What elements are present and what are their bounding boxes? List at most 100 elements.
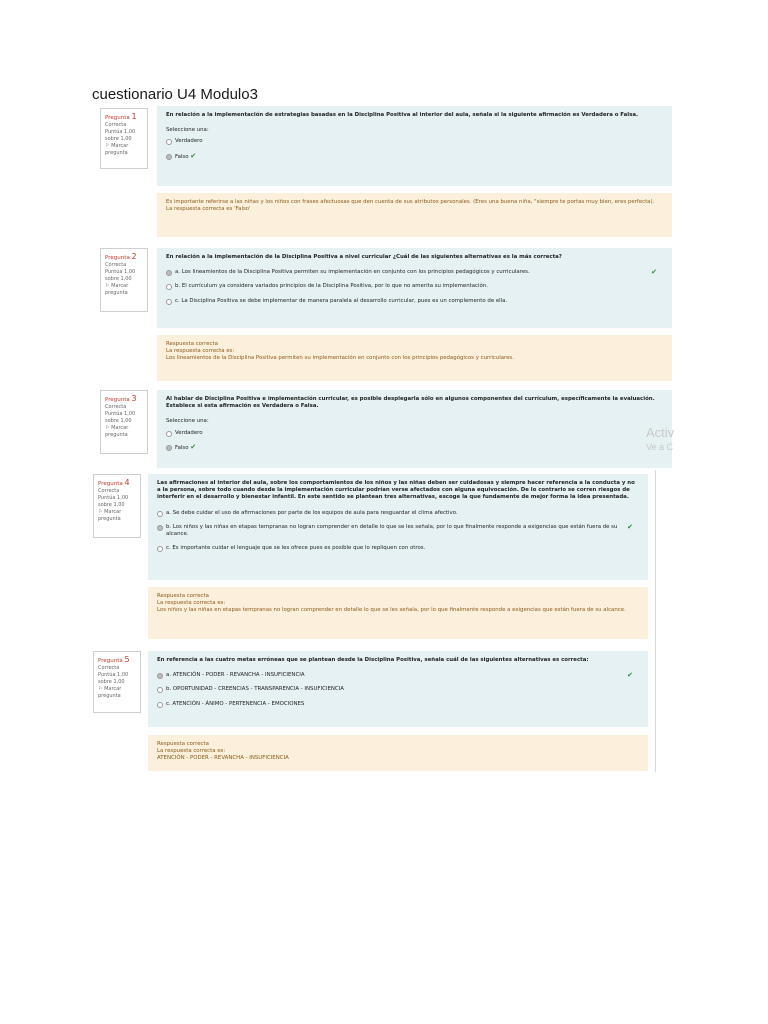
page-divider [655,470,656,772]
answer-option[interactable]: c. Es importante cuidar el lenguaje que … [157,545,639,553]
flag-icon: ⚐ [105,283,110,289]
question-number-label: Pregunta 1 [105,112,137,122]
question-score: Puntúa 1,00 [98,495,129,501]
radio-button[interactable] [166,284,172,291]
question-info-2: Pregunta 2 Correcta Puntúa 1,00 sobre 1,… [100,248,148,312]
radio-button[interactable] [166,298,172,305]
flag-question-link-2[interactable]: pregunta [105,290,143,297]
answer-option[interactable]: Verdadero [166,138,663,146]
feedback-answer: La respuesta correcta es 'Falso' [166,206,251,213]
activation-watermark: Activ Ve a C [646,426,674,454]
answer-option-selected[interactable]: b. Los niños y las niñas en etapas tempr… [157,522,639,538]
question-content-5: En referencia a las cuatro metas errónea… [148,651,648,727]
radio-button-selected[interactable] [166,270,172,277]
question-score-total: sobre 1,00 [105,136,132,142]
question-status: Correcta [105,262,127,268]
question-info-5: Pregunta 5 Correcta Puntúa 1,00 sobre 1,… [93,651,141,713]
radio-button[interactable] [157,701,163,708]
feedback-box-2: Respuesta correcta La respuesta correcta… [157,335,672,381]
flag-icon: ⚐ [105,425,110,431]
feedback-answer: ATENCIÓN - PODER - REVANCHA - INSUFICIEN… [157,755,289,762]
question-number-label: Pregunta 5 [98,655,130,665]
radio-button[interactable] [157,546,163,553]
check-icon: ✔ [627,671,633,680]
feedback-box-5: Respuesta correcta La respuesta correcta… [148,735,648,771]
question-text: En referencia a las cuatro metas errónea… [157,657,589,663]
answer-option-selected[interactable]: a. Los lineamientos de la Disciplina Pos… [166,268,663,277]
check-icon: ✔ [190,151,197,160]
question-score: Puntúa 1,00 [98,672,129,678]
flag-question-link[interactable]: ⚐ Marcar [98,509,136,516]
flag-question-link[interactable]: ⚐ Marcar [98,686,136,693]
radio-button[interactable] [166,430,172,437]
question-number-label: Pregunta 4 [98,478,130,488]
question-status: Correcta [105,404,127,410]
check-icon: ✔ [190,442,197,451]
feedback-status: Respuesta correcta [166,341,218,347]
watermark-line-1: Activ [646,425,675,440]
answer-option[interactable]: c. La Disciplina Positiva se debe implem… [166,298,663,305]
question-info-3: Pregunta 3 Correcta Puntúa 1,00 sobre 1,… [100,390,148,454]
radio-button[interactable] [157,510,163,517]
radio-button[interactable] [166,139,172,146]
flag-question-link-2[interactable]: pregunta [98,693,136,700]
question-status: Correcta [98,665,120,671]
question-content-4: Las afirmaciones al interior del aula, s… [148,474,648,580]
answer-prompt: Seleccione una: [166,418,209,425]
feedback-status: Respuesta correcta [157,593,209,599]
feedback-answer: Los niños y las niñas en etapas temprana… [157,607,626,614]
feedback-answer: Los lineamientos de la Disciplina Positi… [166,355,514,362]
feedback-box-4: Respuesta correcta La respuesta correcta… [148,587,648,639]
flag-icon: ⚐ [98,509,103,515]
radio-button-selected[interactable] [157,673,163,680]
radio-button-selected[interactable] [166,153,172,160]
answer-option[interactable]: Verdadero [166,430,663,437]
check-icon: ✔ [627,522,633,531]
question-content-1: En relación a la implementación de estra… [157,106,672,186]
question-score-total: sobre 1,00 [105,418,132,424]
check-icon: ✔ [651,268,657,277]
question-content-2: En relación a la implementación de la Di… [157,248,672,328]
question-info-4: Pregunta 4 Correcta Puntúa 1,00 sobre 1,… [93,474,141,538]
question-status: Correcta [98,488,120,494]
question-content-3: Al hablar de Disciplina Positiva e imple… [157,390,672,468]
question-score-total: sobre 1,00 [98,679,125,685]
question-number-label: Pregunta 2 [105,252,137,262]
answer-option-selected[interactable]: Falso ✔ [166,442,663,452]
flag-question-link[interactable]: ⚐ Marcar [105,283,143,290]
feedback-text: Es importante referirse a las niñas y lo… [166,199,655,205]
question-info-1: Pregunta 1 Correcta Puntúa 1,00 sobre 1,… [100,108,148,169]
answer-option-selected[interactable]: Falso ✔ [166,151,663,161]
watermark-line-2: Ve a C [646,442,674,452]
flag-question-link-2[interactable]: pregunta [98,516,136,523]
flag-icon: ⚐ [98,686,103,692]
question-score: Puntúa 1,00 [105,129,136,135]
radio-button-selected[interactable] [157,524,163,531]
flag-question-link-2[interactable]: pregunta [105,432,143,439]
answer-option-selected[interactable]: a. ATENCIÓN - PODER - REVANCHA - INSUFIC… [157,671,639,680]
question-text: Las afirmaciones al interior del aula, s… [157,480,635,501]
flag-icon: ⚐ [105,143,110,149]
answer-option[interactable]: b. OPORTUNIDAD - CREENCIAS - TRANSPARENC… [157,686,639,694]
question-text: En relación a la implementación de estra… [166,112,639,118]
answer-option[interactable]: c. ATENCIÓN - ÁNIMO - PERTENENCIA - EMOC… [157,701,639,708]
question-text: Al hablar de Disciplina Positiva e imple… [166,396,655,410]
feedback-status: Respuesta correcta [157,741,209,747]
page-title: cuestionario U4 Modulo3 [92,86,258,103]
answer-prompt: Seleccione una: [166,127,209,134]
answer-option[interactable]: a. Se debe cuidar el uso de afirmaciones… [157,510,639,517]
question-status: Correcta [105,122,127,128]
feedback-box-1: Es importante referirse a las niñas y lo… [157,193,672,237]
question-score-total: sobre 1,00 [98,502,125,508]
question-score: Puntúa 1,00 [105,411,136,417]
radio-button[interactable] [157,687,163,694]
flag-question-link[interactable]: ⚐ Marcar [105,425,143,432]
question-score-total: sobre 1,00 [105,276,132,282]
flag-question-link[interactable]: ⚐ Marcar [105,143,143,150]
flag-question-link-2[interactable]: pregunta [105,150,143,157]
radio-button-selected[interactable] [166,444,172,451]
question-text: En relación a la implementación de la Di… [166,254,562,260]
question-number-label: Pregunta 3 [105,394,137,404]
question-score: Puntúa 1,00 [105,269,136,275]
answer-option[interactable]: b. El currículum ya considera variados p… [166,283,663,291]
